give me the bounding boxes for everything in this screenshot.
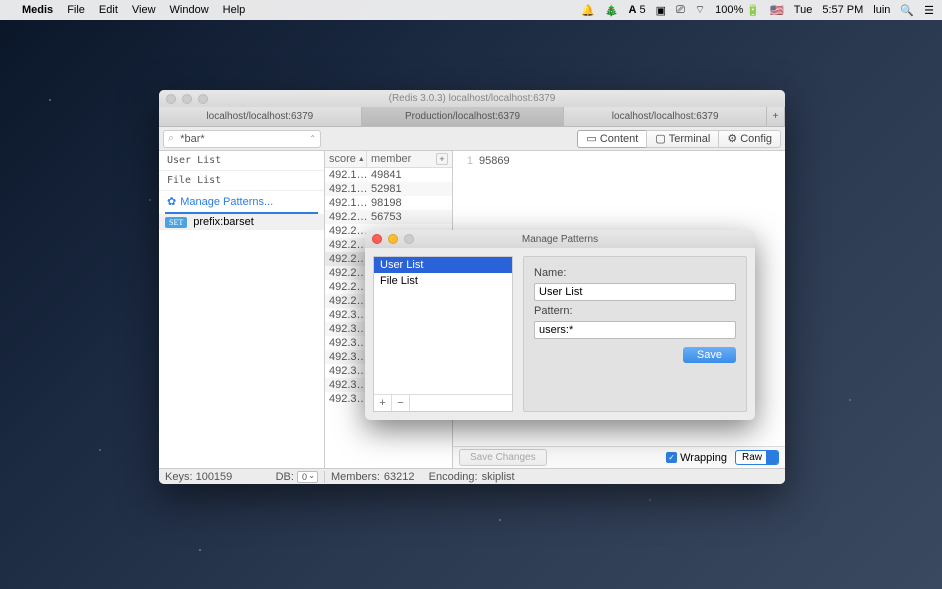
spotlight-icon[interactable]: 🔍: [900, 4, 914, 17]
dialog-title: Manage Patterns: [365, 234, 755, 245]
app-menu[interactable]: Medis: [22, 4, 53, 16]
wifi-icon[interactable]: ⌔: [695, 3, 705, 17]
window-titlebar[interactable]: (Redis 3.0.3) localhost/localhost:6379: [159, 90, 785, 107]
tab-0[interactable]: localhost/localhost:6379: [159, 107, 362, 126]
notification-icon[interactable]: 🔔: [581, 4, 595, 17]
status-bar: Keys: 100159 DB: 0 Members: 63212 Encodi…: [159, 468, 785, 484]
adobe-icon[interactable]: A 5: [628, 4, 645, 16]
tab-2[interactable]: localhost/localhost:6379: [564, 107, 767, 126]
key-name: prefix:barset: [193, 216, 254, 228]
member-row[interactable]: 492.1…49841: [325, 168, 452, 182]
close-icon[interactable]: [372, 234, 382, 244]
name-label: Name:: [534, 267, 736, 279]
zoom-icon: [404, 234, 414, 244]
user-name[interactable]: luin: [873, 4, 890, 16]
minimize-icon[interactable]: [388, 234, 398, 244]
save-changes-button[interactable]: Save Changes: [459, 449, 547, 466]
menu-view[interactable]: View: [132, 4, 156, 16]
close-icon[interactable]: [166, 94, 176, 104]
encoding-value: skiplist: [482, 471, 515, 483]
type-badge: SET: [165, 217, 187, 228]
manage-patterns-button[interactable]: ✿Manage Patterns...: [159, 191, 324, 212]
terminal-button[interactable]: ▢Terminal: [646, 130, 719, 148]
connection-tabs: localhost/localhost:6379 Production/loca…: [159, 107, 785, 127]
tab-1[interactable]: Production/localhost:6379: [362, 107, 565, 126]
add-tab-button[interactable]: +: [767, 107, 785, 126]
window-title: (Redis 3.0.3) localhost/localhost:6379: [159, 93, 785, 104]
wrapping-checkbox[interactable]: ✓Wrapping: [666, 452, 727, 464]
clock-day[interactable]: Tue: [794, 4, 813, 16]
member-column-header[interactable]: member+: [367, 151, 452, 167]
menu-file[interactable]: File: [67, 4, 85, 16]
flag-icon[interactable]: 🇺🇸: [770, 4, 784, 17]
pattern-field[interactable]: [534, 321, 736, 339]
member-row[interactable]: 492.1…98198: [325, 196, 452, 210]
members-count: 63212: [384, 471, 415, 483]
menu-window[interactable]: Window: [170, 4, 209, 16]
minimize-icon[interactable]: [182, 94, 192, 104]
pattern-list: User List File List + −: [373, 256, 513, 412]
member-row[interactable]: 492.2…56753: [325, 210, 452, 224]
display-icon[interactable]: ▣: [656, 4, 666, 17]
pattern-label: Pattern:: [534, 305, 736, 317]
format-select[interactable]: Raw: [735, 450, 779, 465]
battery-status[interactable]: 100% 🔋: [715, 4, 760, 17]
clock-time[interactable]: 5:57 PM: [822, 4, 863, 16]
menu-help[interactable]: Help: [223, 4, 246, 16]
remove-pattern-button[interactable]: −: [392, 395, 410, 411]
gear-icon: ✿: [167, 195, 176, 208]
score-column-header[interactable]: score▲: [325, 151, 367, 167]
add-member-button[interactable]: +: [436, 153, 448, 165]
db-select[interactable]: 0: [297, 471, 318, 483]
name-field[interactable]: [534, 283, 736, 301]
add-pattern-button[interactable]: +: [374, 395, 392, 411]
airplay-icon[interactable]: ⎚: [676, 4, 685, 17]
menu-edit[interactable]: Edit: [99, 4, 118, 16]
pattern-list-item-1[interactable]: File List: [374, 273, 512, 289]
pattern-list-item-0[interactable]: User List: [374, 257, 512, 273]
search-icon: ⌕: [168, 132, 174, 145]
menu-extras-icon[interactable]: ☰: [924, 4, 934, 17]
search-input[interactable]: ⌕ *bar* ⌃: [163, 130, 321, 148]
pattern-form: Name: Pattern: Save: [523, 256, 747, 412]
content-icon: ▭: [586, 132, 596, 145]
terminal-icon: ▢: [655, 132, 665, 145]
gear-icon: ⚙: [727, 132, 737, 145]
key-row-1[interactable]: SET prefix:barset: [159, 214, 324, 230]
keys-count: 100159: [196, 471, 233, 483]
macos-menubar: Medis File Edit View Window Help 🔔 🎄 A 5…: [0, 0, 942, 20]
sidebar: User List File List ✿Manage Patterns... …: [159, 151, 325, 468]
checkbox-checked-icon: ✓: [666, 452, 677, 463]
member-row[interactable]: 492.1…52981: [325, 182, 452, 196]
manage-patterns-dialog: Manage Patterns User List File List + − …: [365, 230, 755, 420]
chevron-up-icon[interactable]: ⌃: [309, 134, 316, 143]
sort-asc-icon: ▲: [358, 156, 365, 163]
zoom-icon[interactable]: [198, 94, 208, 104]
toolbar: ⌕ *bar* ⌃ ▭Content ▢Terminal ⚙Config: [159, 127, 785, 151]
save-button[interactable]: Save: [683, 347, 736, 363]
pattern-item-0[interactable]: User List: [159, 151, 324, 171]
config-button[interactable]: ⚙Config: [718, 130, 781, 148]
tree-icon[interactable]: 🎄: [605, 4, 619, 17]
content-button[interactable]: ▭Content: [577, 130, 647, 148]
pattern-item-1[interactable]: File List: [159, 171, 324, 191]
